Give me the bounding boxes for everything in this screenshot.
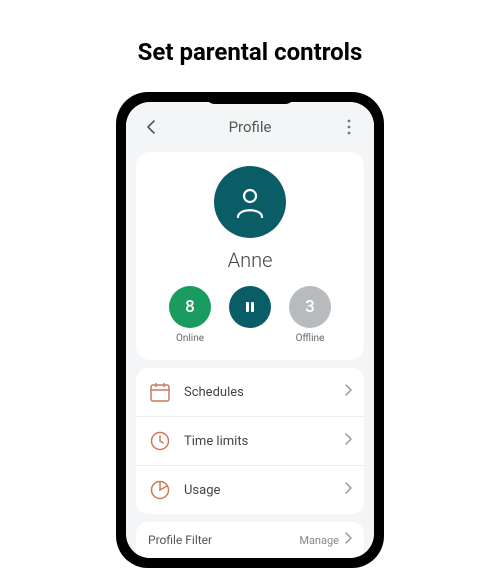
more-vertical-icon [347,119,351,135]
chevron-right-icon [345,532,352,548]
offline-label: Offline [296,333,325,344]
profile-filter-row: Profile Filter Manage [136,522,364,558]
menu-item-usage[interactable]: Usage [136,466,364,514]
person-icon [233,185,267,219]
usage-label: Usage [184,483,345,498]
phone-notch [205,94,295,104]
phone-screen: Profile Anne 8 Online [126,102,374,558]
profile-name: Anne [228,248,273,272]
menu-item-schedules[interactable]: Schedules [136,368,364,417]
online-count-badge: 8 [169,286,211,328]
phone-frame: Profile Anne 8 Online [116,92,384,568]
more-button[interactable] [338,116,360,138]
header-title: Profile [229,118,272,136]
back-button[interactable] [140,116,162,138]
avatar[interactable] [214,166,286,238]
time-limits-label: Time limits [184,434,345,449]
menu-item-time-limits[interactable]: Time limits [136,417,364,466]
clock-icon [148,429,172,453]
status-row: 8 Online 3 Offline [148,286,352,344]
profile-filter-label: Profile Filter [148,533,299,547]
online-label: Online [176,333,204,344]
status-pause[interactable] [229,286,271,344]
status-offline[interactable]: 3 Offline [289,286,331,344]
manage-link[interactable]: Manage [299,534,339,547]
chevron-right-icon [345,433,352,449]
calendar-icon [148,380,172,404]
app-header: Profile [126,102,374,146]
chevron-left-icon [146,119,156,135]
chevron-right-icon [345,384,352,400]
pause-button[interactable] [229,286,271,328]
offline-count-badge: 3 [289,286,331,328]
status-online[interactable]: 8 Online [169,286,211,344]
pie-chart-icon [148,478,172,502]
schedules-label: Schedules [184,385,345,400]
chevron-right-icon [345,482,352,498]
pause-icon [243,300,257,314]
page-heading: Set parental controls [138,38,363,66]
pause-label [249,333,251,344]
menu-list: Schedules Time limits Usage [136,368,364,514]
profile-card: Anne 8 Online 3 Offline [136,152,364,360]
